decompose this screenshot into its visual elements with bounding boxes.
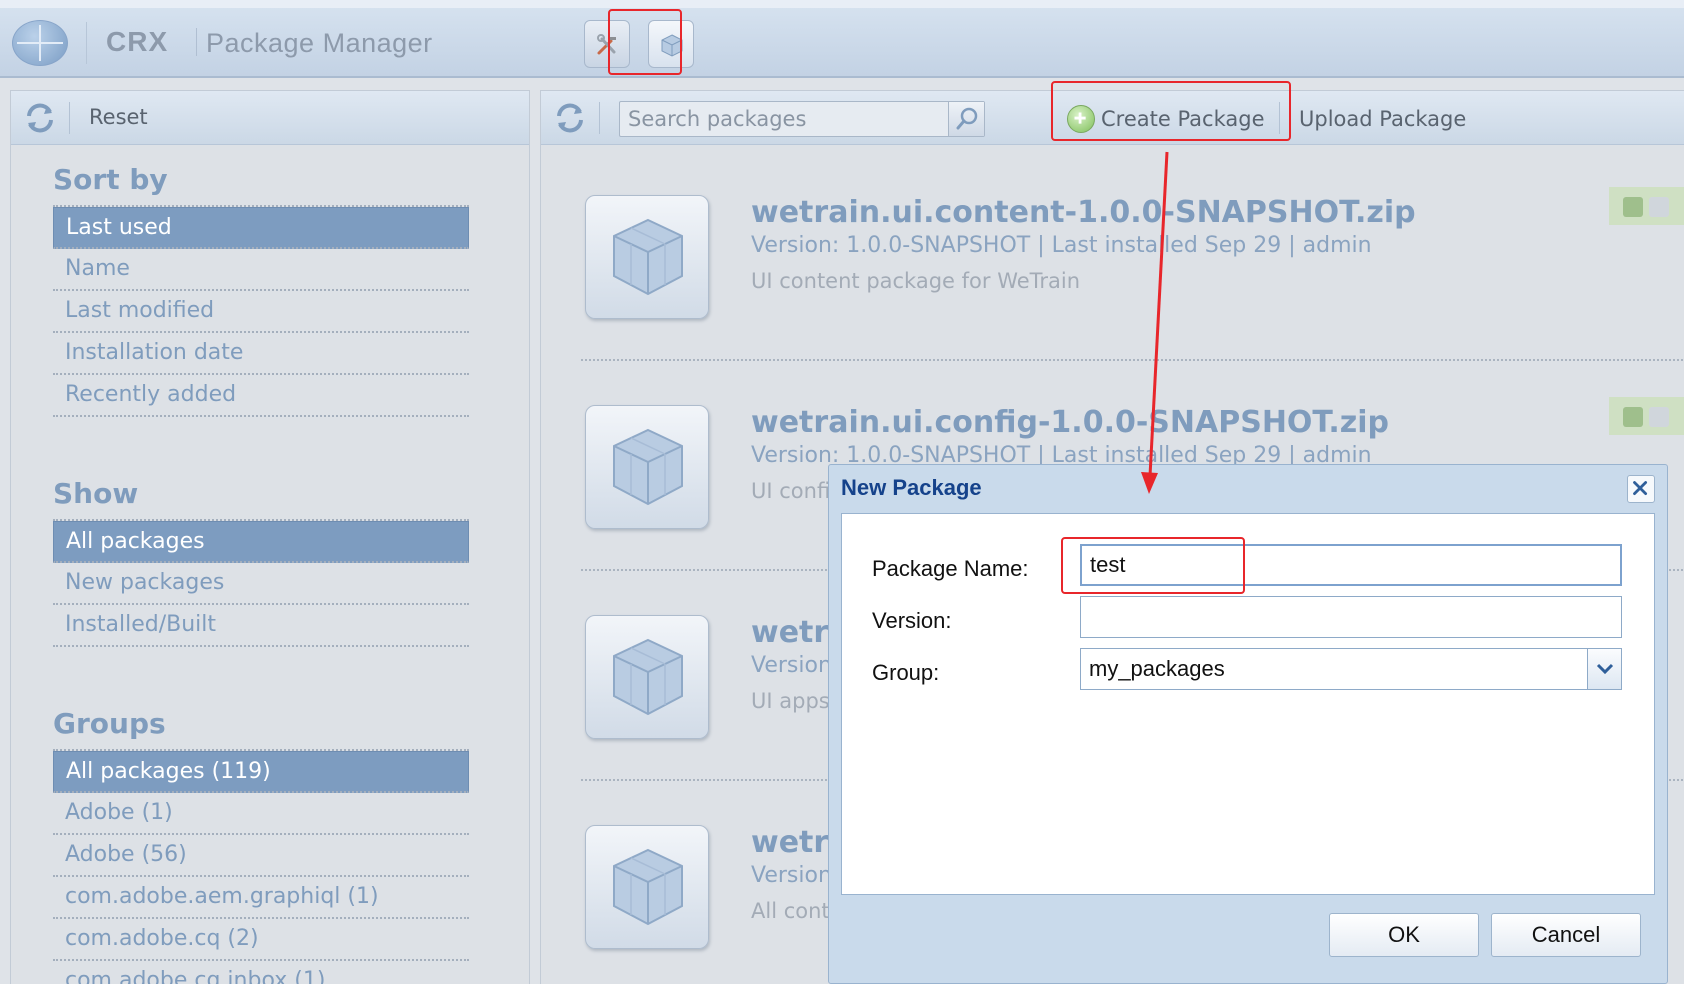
status-square	[1649, 197, 1669, 217]
sort-item-recently-added[interactable]: Recently added	[53, 375, 469, 417]
package-name[interactable]: wetrain.ui.config-1.0.0-SNAPSHOT.zip	[751, 405, 1389, 440]
add-circle-icon	[1067, 105, 1095, 133]
row-divider	[581, 359, 1684, 361]
sort-item-last-used[interactable]: Last used	[53, 207, 469, 249]
wrench-hammer-icon	[597, 34, 616, 55]
close-icon	[1633, 481, 1648, 496]
package-description: UI confi	[751, 479, 831, 503]
package-description: All cont	[751, 899, 830, 923]
reset-button[interactable]: Reset	[89, 105, 148, 129]
search-input[interactable]	[620, 102, 946, 136]
package-meta: Version: 1.0.0-SNAPSHOT | Last installed…	[751, 233, 1372, 258]
group-item[interactable]: All packages (119)	[53, 751, 469, 793]
search-button[interactable]	[948, 102, 984, 136]
status-square	[1623, 197, 1643, 217]
group-select-value: my_packages	[1089, 656, 1225, 681]
group-item[interactable]: com.adobe.cq (2)	[53, 919, 469, 961]
show-list: All packages New packages Installed/Buil…	[53, 519, 469, 647]
group-label: Group:	[872, 660, 940, 685]
brand-divider	[196, 28, 197, 56]
dropdown-button[interactable]	[1587, 649, 1621, 689]
chevron-down-icon	[1596, 663, 1614, 675]
refresh-icon[interactable]	[23, 101, 57, 135]
group-item[interactable]: Adobe (1)	[53, 793, 469, 835]
header-top-strip	[0, 0, 1684, 8]
sort-item-last-modified[interactable]: Last modified	[53, 291, 469, 333]
show-item-new-packages[interactable]: New packages	[53, 563, 469, 605]
app-header: CRX Package Manager	[0, 0, 1684, 78]
new-package-dialog: New Package Package Name: Version: Group…	[828, 464, 1668, 984]
groups-heading: Groups	[53, 707, 166, 740]
toolbar-divider	[1279, 102, 1280, 134]
package-meta: Version	[751, 653, 832, 678]
search-box	[619, 101, 985, 137]
package-toolbar: Create Package Upload Package	[541, 91, 1684, 145]
package-description: UI apps	[751, 689, 830, 713]
package-row[interactable]: wetrain.ui.content-1.0.0-SNAPSHOT.zip Ve…	[541, 187, 1684, 397]
filter-toolbar: Reset	[11, 91, 529, 145]
package-meta: Version	[751, 863, 832, 888]
group-item[interactable]: com.adobe.cq.inbox (1)	[53, 961, 469, 984]
group-select[interactable]: my_packages	[1080, 648, 1622, 690]
show-heading: Show	[53, 477, 139, 510]
globe-logo-icon	[12, 20, 68, 66]
create-package-button[interactable]: Create Package	[1101, 101, 1265, 137]
header-divider	[86, 22, 87, 64]
version-input[interactable]	[1080, 596, 1622, 638]
group-item[interactable]: com.adobe.aem.graphiql (1)	[53, 877, 469, 919]
package-name-label: Package Name:	[872, 556, 1029, 581]
sort-item-name[interactable]: Name	[53, 249, 469, 291]
packages-button[interactable]	[648, 20, 694, 68]
package-cube-icon	[585, 825, 709, 949]
sort-list: Last used Name Last modified Installatio…	[53, 205, 469, 417]
cancel-button[interactable]: Cancel	[1491, 913, 1641, 957]
ok-button[interactable]: OK	[1329, 913, 1479, 957]
dialog-title: New Package	[841, 475, 982, 500]
package-cube-icon	[585, 195, 709, 319]
package-description: UI content package for WeTrain	[751, 269, 1081, 293]
brand-name: CRX	[106, 26, 169, 57]
toolbar-divider	[69, 102, 70, 134]
app-title: Package Manager	[206, 28, 433, 58]
upload-package-button[interactable]: Upload Package	[1299, 101, 1466, 137]
close-button[interactable]	[1627, 475, 1655, 503]
filter-panel: Reset Sort by Last used Name Last modifi…	[10, 90, 530, 984]
status-square	[1649, 407, 1669, 427]
package-status-indicator	[1609, 397, 1684, 435]
package-cube-icon	[661, 34, 683, 57]
package-name[interactable]: wetrain.ui.content-1.0.0-SNAPSHOT.zip	[751, 195, 1416, 230]
sort-by-heading: Sort by	[53, 163, 168, 196]
status-square	[1623, 407, 1643, 427]
tools-button[interactable]	[584, 20, 630, 68]
package-name-input[interactable]	[1080, 544, 1622, 586]
toolbar-divider	[599, 102, 600, 134]
sort-item-installation-date[interactable]: Installation date	[53, 333, 469, 375]
show-item-installed-built[interactable]: Installed/Built	[53, 605, 469, 647]
refresh-icon[interactable]	[553, 101, 587, 135]
package-cube-icon	[585, 405, 709, 529]
magnifier-icon	[956, 107, 978, 130]
groups-list: All packages (119) Adobe (1) Adobe (56) …	[53, 749, 469, 984]
dialog-form: Package Name: Version: Group: my_package…	[841, 513, 1655, 895]
package-status-indicator	[1609, 187, 1684, 225]
version-label: Version:	[872, 608, 952, 633]
show-item-all-packages[interactable]: All packages	[53, 521, 469, 563]
package-cube-icon	[585, 615, 709, 739]
group-item[interactable]: Adobe (56)	[53, 835, 469, 877]
